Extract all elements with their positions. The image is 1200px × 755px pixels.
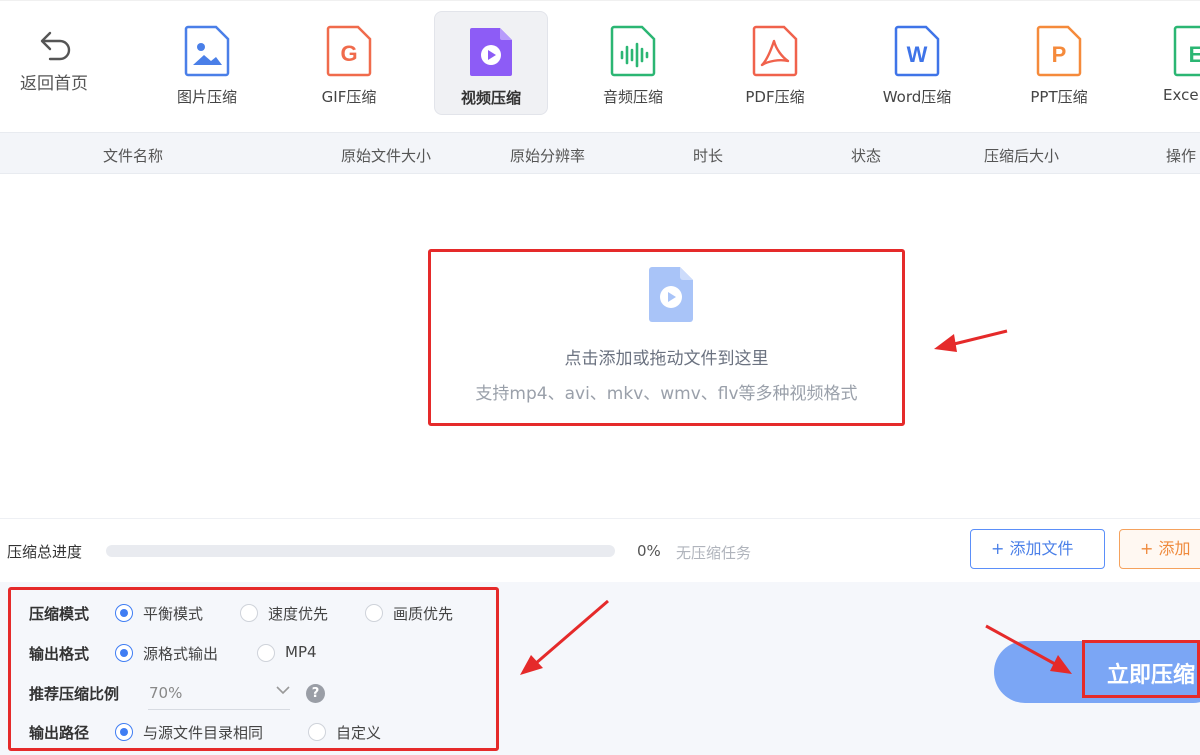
- column-header: 时长: [693, 147, 724, 165]
- ppt-file-icon: P: [1036, 25, 1082, 77]
- toolbar: 返回首页 图片压缩 G GIF压缩 视频压缩 音频压缩 PDF压缩 W Word…: [0, 0, 1200, 133]
- back-home-label: 返回首页: [20, 74, 88, 94]
- gif-file-icon: G: [326, 25, 372, 77]
- svg-text:W: W: [907, 42, 928, 67]
- progress-row: 压缩总进度 0% 无压缩任务 + 添加文件 + 添加: [0, 518, 1200, 583]
- progress-bar: [106, 545, 615, 557]
- add-folder-button[interactable]: + 添加: [1119, 529, 1200, 569]
- tool-pdf-compress[interactable]: PDF压缩: [718, 11, 832, 115]
- add-file-button[interactable]: + 添加文件: [970, 529, 1105, 569]
- pdf-file-icon: [752, 25, 798, 77]
- column-header: 原始分辨率: [510, 147, 586, 165]
- progress-label: 压缩总进度: [7, 543, 83, 561]
- column-header: 状态: [851, 147, 882, 165]
- tool-video-compress[interactable]: 视频压缩: [434, 11, 548, 115]
- column-header: 操作: [1166, 147, 1197, 165]
- drop-zone-title: 点击添加或拖动文件到这里: [564, 349, 769, 369]
- svg-text:P: P: [1052, 42, 1067, 67]
- progress-percent: 0%: [637, 542, 661, 560]
- drop-zone-subtitle: 支持mp4、avi、mkv、wmv、flv等多种视频格式: [475, 384, 858, 404]
- tool-audio-compress[interactable]: 音频压缩: [576, 11, 690, 115]
- tool-label: 视频压缩: [460, 89, 521, 107]
- tool-image-compress[interactable]: 图片压缩: [150, 11, 264, 115]
- tool-label: Word压缩: [882, 88, 952, 106]
- word-file-icon: W: [894, 25, 940, 77]
- arrow-to-dropzone: [934, 329, 1008, 352]
- tool-label: Exce: [1163, 86, 1199, 104]
- svg-text:G: G: [340, 41, 357, 66]
- back-arrow-icon: [40, 31, 71, 61]
- video-file-icon: [470, 28, 512, 76]
- image-file-icon: [184, 25, 230, 77]
- audio-file-icon: [610, 25, 656, 77]
- column-header: 文件名称: [103, 147, 164, 165]
- tool-label: 音频压缩: [602, 88, 663, 106]
- file-table-header: 文件名称 原始文件大小 原始分辨率 时长 状态 压缩后大小 操作: [0, 132, 1200, 174]
- tool-ppt-compress[interactable]: P PPT压缩: [1002, 11, 1116, 115]
- progress-status: 无压缩任务: [676, 544, 752, 562]
- tool-gif-compress[interactable]: G GIF压缩: [292, 11, 406, 115]
- back-home-button[interactable]: 返回首页: [12, 29, 96, 94]
- svg-text:E: E: [1189, 42, 1200, 67]
- tool-label: PDF压缩: [745, 88, 805, 106]
- excel-file-icon: E: [1173, 25, 1200, 77]
- video-file-icon: [649, 267, 693, 322]
- tool-word-compress[interactable]: W Word压缩: [860, 11, 974, 115]
- start-compress-label: 立即压缩: [1107, 663, 1196, 688]
- tool-label: PPT压缩: [1030, 88, 1088, 106]
- tool-excel-compress[interactable]: E Exce: [1144, 11, 1200, 115]
- file-drop-zone[interactable]: 点击添加或拖动文件到这里 支持mp4、avi、mkv、wmv、flv等多种视频格…: [428, 249, 905, 426]
- tool-label: 图片压缩: [176, 88, 237, 106]
- column-header: 压缩后大小: [984, 147, 1060, 165]
- options-highlight-box: [8, 587, 499, 751]
- tool-label: GIF压缩: [321, 88, 377, 106]
- column-header: 原始文件大小: [341, 147, 432, 165]
